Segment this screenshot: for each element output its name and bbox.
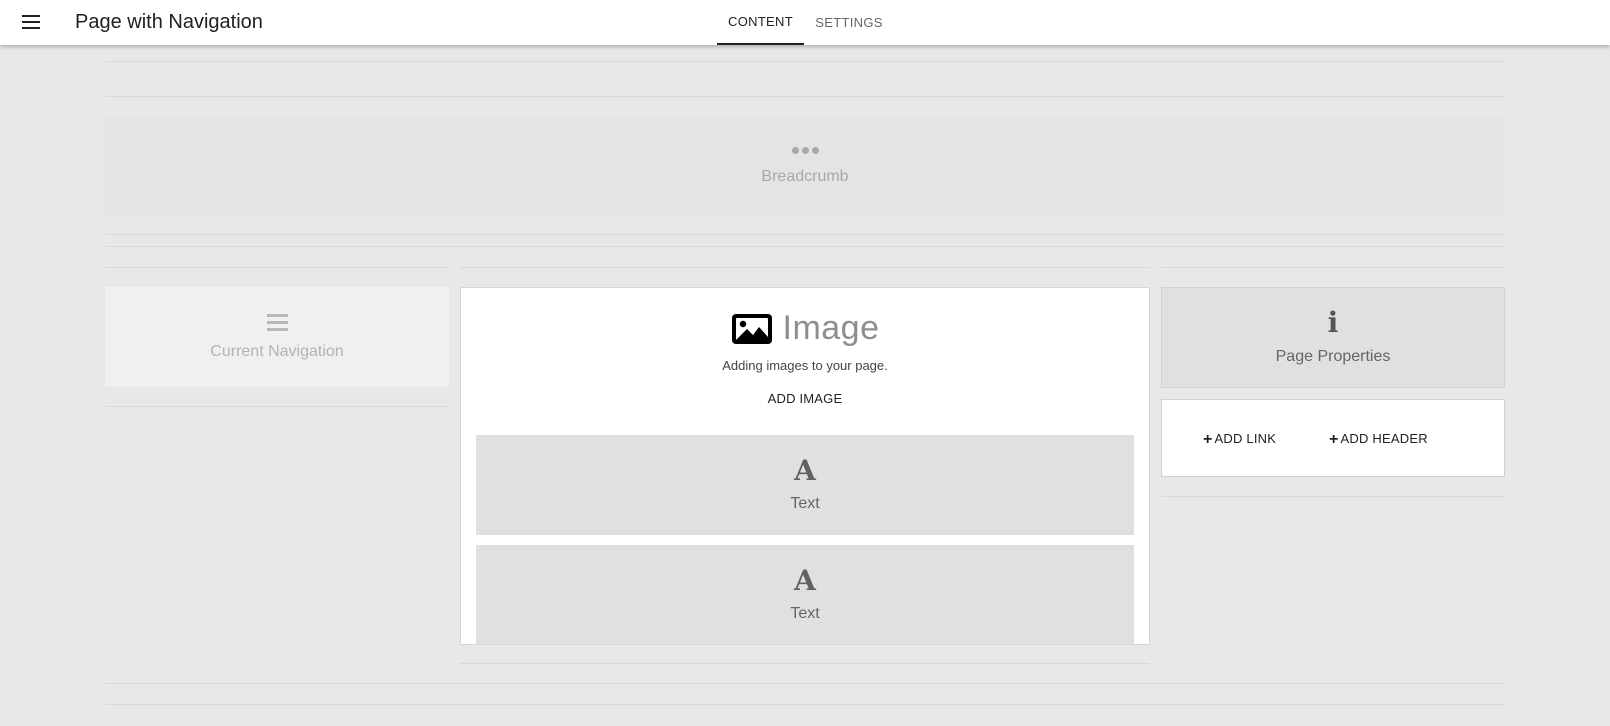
text-label: Text — [790, 605, 820, 622]
divider — [460, 663, 1150, 664]
page-properties-widget[interactable]: i Page Properties — [1161, 287, 1505, 388]
tab-content[interactable]: CONTENT — [717, 0, 804, 45]
more-horiz-icon — [791, 146, 819, 154]
content-panel: Image Adding images to your page. ADD IM… — [460, 287, 1150, 645]
add-header-label: ADD HEADER — [1340, 431, 1428, 446]
divider — [105, 683, 1505, 684]
menu-icon[interactable] — [20, 12, 42, 32]
image-header: Image — [461, 309, 1149, 348]
divider — [105, 704, 1505, 705]
divider — [1161, 496, 1505, 497]
add-image-button[interactable]: ADD IMAGE — [461, 391, 1149, 406]
divider — [105, 406, 449, 407]
add-link-label: ADD LINK — [1214, 431, 1277, 446]
tab-bar: CONTENT SETTINGS — [717, 0, 894, 45]
divider — [105, 96, 1505, 97]
info-icon: i — [1327, 305, 1339, 339]
image-description: Adding images to your page. — [722, 358, 888, 373]
divider — [460, 267, 1150, 268]
text-icon: A — [794, 564, 816, 597]
list-icon — [266, 313, 288, 331]
divider — [105, 246, 1505, 247]
text-label: Text — [790, 495, 820, 512]
text-widget[interactable]: A Text — [476, 435, 1134, 535]
page-properties-label: Page Properties — [1275, 347, 1391, 365]
add-header-button[interactable]: + ADD HEADER — [1329, 430, 1428, 448]
text-widget[interactable]: A Text — [476, 545, 1134, 644]
image-icon — [731, 313, 772, 344]
breadcrumb-label: Breadcrumb — [761, 167, 849, 185]
divider — [105, 234, 1505, 235]
plus-icon: + — [1329, 431, 1339, 448]
current-navigation-label: Current Navigation — [210, 342, 344, 360]
add-link-button[interactable]: + ADD LINK — [1203, 430, 1276, 448]
page-title: Page with Navigation — [75, 11, 263, 33]
link-actions-panel: + ADD LINK + ADD HEADER — [1161, 399, 1505, 477]
app-bar: Page with Navigation CONTENT SETTINGS — [0, 0, 1610, 45]
divider — [105, 61, 1505, 62]
breadcrumb-widget[interactable]: Breadcrumb — [105, 117, 1505, 215]
text-icon: A — [794, 454, 816, 487]
divider — [1161, 267, 1505, 268]
tab-settings[interactable]: SETTINGS — [804, 0, 894, 45]
divider — [105, 267, 449, 268]
current-navigation-widget[interactable]: Current Navigation — [105, 287, 449, 387]
image-title: Image — [782, 309, 880, 347]
plus-icon: + — [1203, 431, 1213, 448]
